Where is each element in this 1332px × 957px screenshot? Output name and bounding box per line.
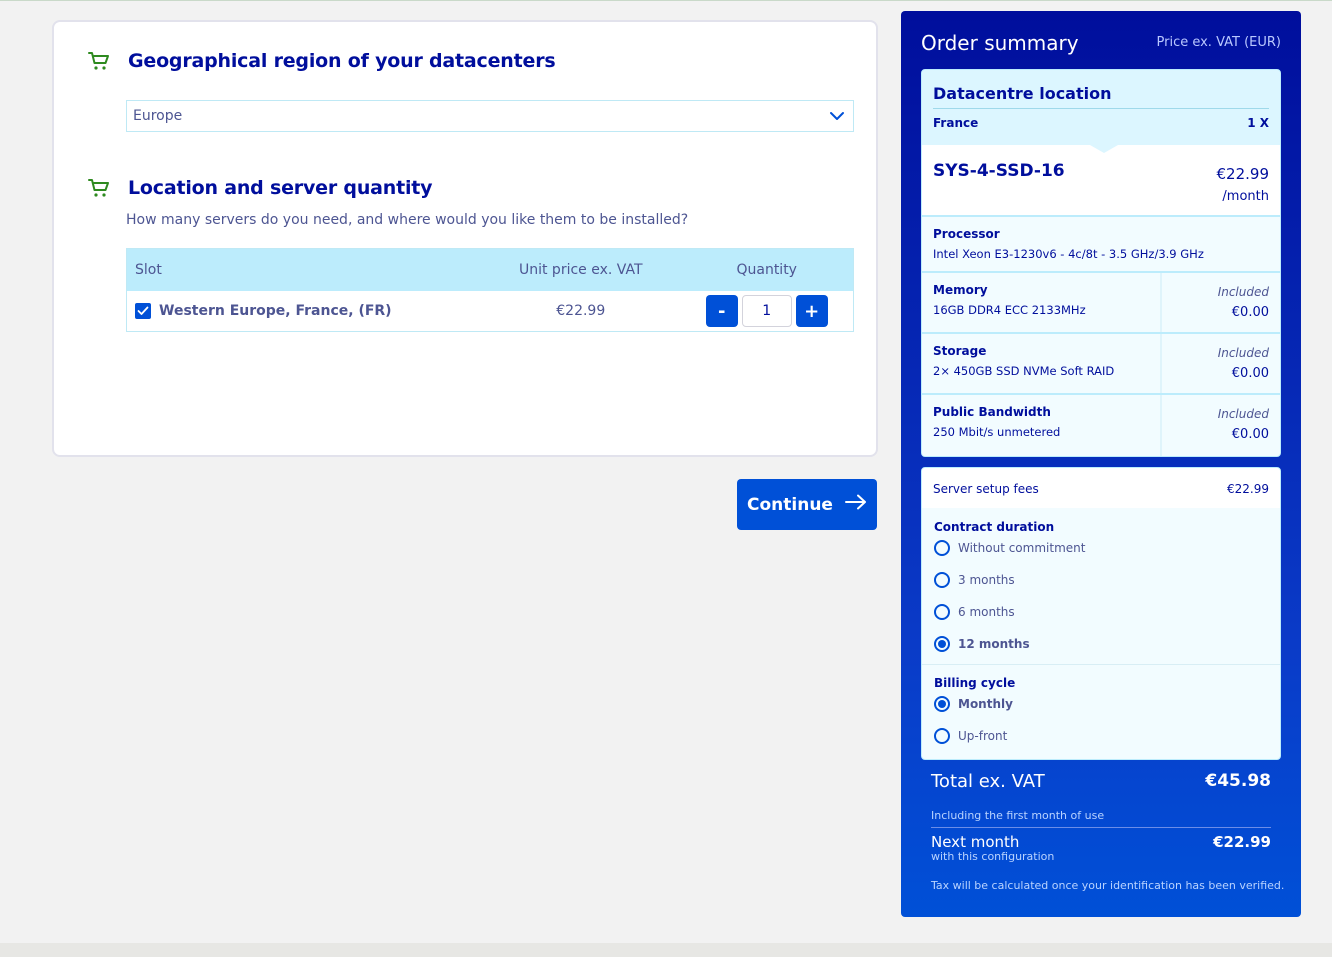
datacentre-title: Datacentre location <box>933 84 1112 103</box>
spec-processor: Processor Intel Xeon E3-1230v6 - 4c/8t -… <box>922 215 1280 271</box>
spec-price: €0.00 <box>1231 305 1269 320</box>
contract-option-without-commitment[interactable]: Without commitment <box>934 540 1085 556</box>
contract-option-3-months[interactable]: 3 months <box>934 572 1015 588</box>
spec-memory: Memory 16GB DDR4 ECC 2133MHz Included €0… <box>922 271 1280 332</box>
datacentre-box: Datacentre location France 1 X SYS-4-SSD… <box>921 69 1281 457</box>
contract-duration-label: Contract duration <box>934 520 1055 534</box>
chevron-down-icon <box>829 109 845 127</box>
spec-value: 16GB DDR4 ECC 2133MHz <box>933 303 1086 317</box>
divider <box>1160 395 1162 456</box>
billing-option-monthly[interactable]: Monthly <box>934 696 1013 712</box>
spec-name: Public Bandwidth <box>933 405 1051 419</box>
spec-name: Processor <box>933 227 1000 241</box>
slot-table: Slot Unit price ex. VAT Quantity Western… <box>126 248 854 332</box>
spec-price: €0.00 <box>1231 427 1269 442</box>
radio-icon <box>934 572 950 588</box>
order-summary-title: Order summary <box>921 31 1079 55</box>
setup-fees-row: Server setup fees €22.99 <box>922 468 1280 508</box>
radio-label: Up-front <box>958 729 1008 743</box>
divider <box>933 108 1269 109</box>
region-section-title: Geographical region of your datacenters <box>128 50 556 72</box>
location-section-title: Location and server quantity <box>128 177 433 199</box>
spec-included: Included <box>1217 285 1269 299</box>
radio-icon <box>934 604 950 620</box>
spec-value: Intel Xeon E3-1230v6 - 4c/8t - 3.5 GHz/3… <box>933 247 1204 261</box>
spec-storage: Storage 2× 450GB SSD NVMe Soft RAID Incl… <box>922 332 1280 393</box>
region-select-value: Europe <box>133 108 183 124</box>
radio-label: Without commitment <box>958 541 1086 555</box>
divider <box>922 664 1280 665</box>
price-column-header: Unit price ex. VAT <box>518 262 643 278</box>
spec-value: 2× 450GB SSD NVMe Soft RAID <box>933 364 1115 378</box>
quantity-input[interactable]: 1 <box>741 295 792 327</box>
billing-cycle-label: Billing cycle <box>934 676 1016 690</box>
spec-name: Storage <box>933 344 987 358</box>
total-note: Including the first month of use <box>931 809 1105 822</box>
divider <box>931 827 1271 828</box>
radio-label: Monthly <box>958 697 1013 711</box>
radio-label: 3 months <box>958 573 1015 587</box>
cart-icon <box>88 51 110 71</box>
product-period: /month <box>1222 189 1269 204</box>
radio-selected-icon <box>934 696 950 712</box>
region-select[interactable]: Europe <box>126 100 854 132</box>
slot-checkbox[interactable] <box>135 303 151 319</box>
contract-option-12-months[interactable]: 12 months <box>934 636 1030 652</box>
datacentre-quantity: 1 X <box>1247 116 1269 130</box>
spec-price: €0.00 <box>1231 366 1269 381</box>
datacentre-header: Datacentre location France 1 X <box>922 70 1280 145</box>
radio-label: 12 months <box>958 637 1030 651</box>
datacentre-country: France <box>933 116 979 130</box>
next-month-sub: with this configuration <box>931 850 1055 863</box>
spec-value: 250 Mbit/s unmetered <box>933 425 1061 439</box>
arrow-right-icon <box>844 494 867 515</box>
top-border <box>0 0 1332 1</box>
slot-unit-price: €22.99 <box>556 303 606 319</box>
spec-included: Included <box>1217 407 1269 421</box>
divider <box>1160 273 1162 332</box>
slot-table-header: Slot Unit price ex. VAT Quantity <box>127 249 853 291</box>
setup-fees-label: Server setup fees <box>933 482 1039 496</box>
radio-selected-icon <box>934 636 950 652</box>
total-value: €45.98 <box>1205 771 1271 791</box>
radio-label: 6 months <box>958 605 1015 619</box>
contract-option-6-months[interactable]: 6 months <box>934 604 1015 620</box>
cart-icon <box>88 178 110 198</box>
location-section-header: Location and server quantity <box>88 177 433 199</box>
quantity-column-header: Quantity <box>736 262 797 278</box>
divider <box>1160 334 1162 393</box>
configuration-card: Geographical region of your datacenters … <box>52 20 878 457</box>
slot-column-header: Slot <box>135 262 162 278</box>
region-section-header: Geographical region of your datacenters <box>88 50 556 72</box>
order-summary-panel: Order summary Price ex. VAT (EUR) Datace… <box>901 11 1301 917</box>
setup-fees-value: €22.99 <box>1227 482 1269 496</box>
location-subtitle: How many servers do you need, and where … <box>126 212 689 228</box>
fees-box: Server setup fees €22.99 Contract durati… <box>921 467 1281 760</box>
next-month-value: €22.99 <box>1213 833 1271 851</box>
radio-icon <box>934 728 950 744</box>
table-row: Western Europe, France, (FR) €22.99 - 1 … <box>127 291 853 331</box>
spec-bandwidth: Public Bandwidth 250 Mbit/s unmetered In… <box>922 393 1280 456</box>
product-price: €22.99 <box>1216 165 1270 183</box>
continue-button[interactable]: Continue <box>737 479 877 530</box>
continue-button-label: Continue <box>747 494 833 515</box>
slot-name: Western Europe, France, (FR) <box>159 303 392 319</box>
notch <box>1090 145 1118 153</box>
total-label: Total ex. VAT <box>931 771 1045 792</box>
price-vat-note: Price ex. VAT (EUR) <box>1156 35 1282 50</box>
product-name: SYS-4-SSD-16 <box>933 161 1065 181</box>
decrease-quantity-button[interactable]: - <box>705 295 738 327</box>
tax-note: Tax will be calculated once your identif… <box>931 879 1285 892</box>
radio-icon <box>934 540 950 556</box>
bottom-strip <box>0 943 1332 957</box>
spec-name: Memory <box>933 283 988 297</box>
billing-option-up-front[interactable]: Up-front <box>934 728 1007 744</box>
product-row: SYS-4-SSD-16 €22.99 /month <box>922 145 1280 215</box>
spec-included: Included <box>1217 346 1269 360</box>
next-month-label: Next month <box>931 833 1020 851</box>
increase-quantity-button[interactable]: + <box>795 295 828 327</box>
